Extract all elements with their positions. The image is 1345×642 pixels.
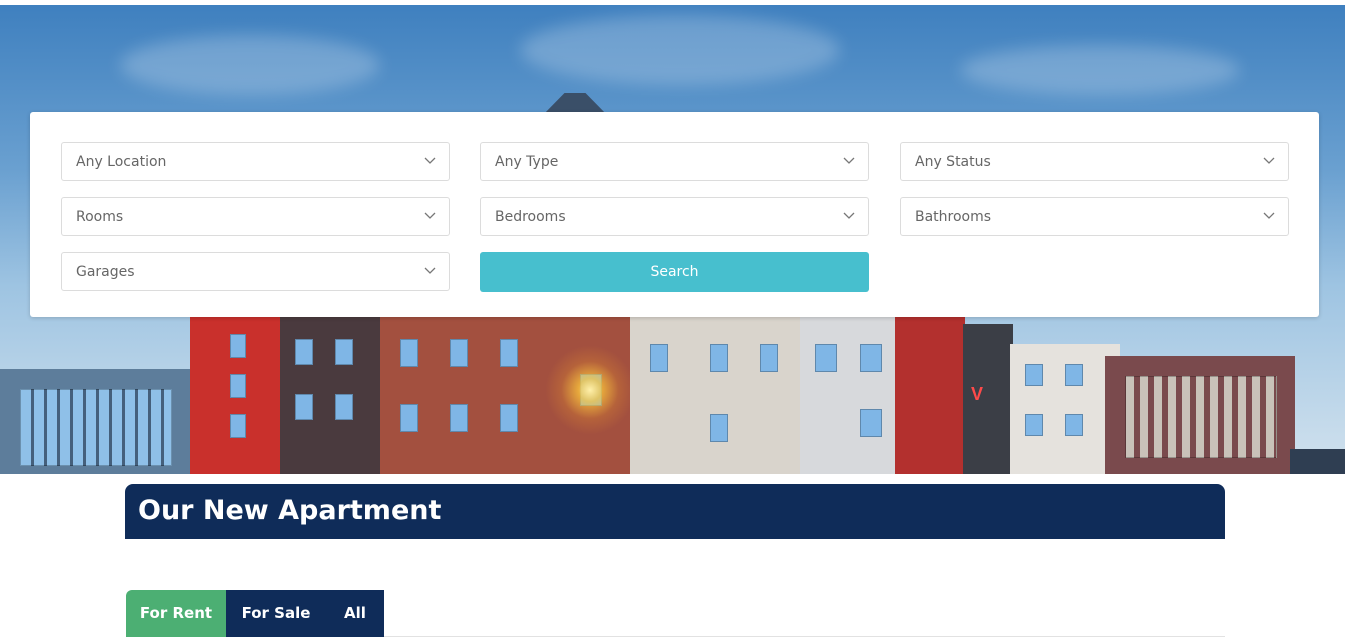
- cloud: [120, 35, 380, 95]
- rooms-select-label: Rooms: [76, 209, 124, 225]
- chevron-down-icon: [843, 212, 855, 219]
- section-title: Our New Apartment: [138, 495, 442, 526]
- search-button[interactable]: Search: [480, 252, 869, 292]
- chevron-down-icon: [1263, 157, 1275, 164]
- chevron-down-icon: [1263, 212, 1275, 219]
- chevron-down-icon: [843, 157, 855, 164]
- chevron-down-icon: [424, 267, 436, 274]
- bathrooms-select-label: Bathrooms: [915, 209, 992, 225]
- chevron-down-icon: [424, 157, 436, 164]
- section-header: Our New Apartment: [125, 484, 1225, 539]
- building: [0, 369, 195, 474]
- bathrooms-select[interactable]: Bathrooms: [900, 197, 1289, 236]
- cloud: [520, 15, 840, 85]
- rooms-select[interactable]: Rooms: [61, 197, 450, 236]
- building: [1105, 356, 1295, 474]
- chevron-down-icon: [424, 212, 436, 219]
- status-select-label: Any Status: [915, 154, 991, 170]
- building: [280, 314, 380, 474]
- bedrooms-select[interactable]: Bedrooms: [480, 197, 869, 236]
- tab-for-rent[interactable]: For Rent: [126, 590, 226, 637]
- cloud: [960, 45, 1240, 95]
- building: [630, 314, 800, 474]
- type-select[interactable]: Any Type: [480, 142, 869, 181]
- location-select-label: Any Location: [76, 154, 167, 170]
- tab-content-border: [384, 636, 1225, 637]
- tab-all[interactable]: All: [326, 590, 384, 637]
- location-select[interactable]: Any Location: [61, 142, 450, 181]
- light-glow: [545, 345, 635, 435]
- bedrooms-select-label: Bedrooms: [495, 209, 566, 225]
- building: [1290, 449, 1345, 474]
- search-panel: Any Location Any Type Any Status Rooms B…: [30, 112, 1319, 317]
- building: V: [963, 324, 1013, 474]
- garages-select[interactable]: Garages: [61, 252, 450, 291]
- status-select[interactable]: Any Status: [900, 142, 1289, 181]
- garages-select-label: Garages: [76, 264, 135, 280]
- building: [1010, 344, 1120, 474]
- building: [895, 314, 965, 474]
- tab-for-sale[interactable]: For Sale: [226, 590, 326, 637]
- building: [190, 314, 280, 474]
- type-select-label: Any Type: [495, 154, 559, 170]
